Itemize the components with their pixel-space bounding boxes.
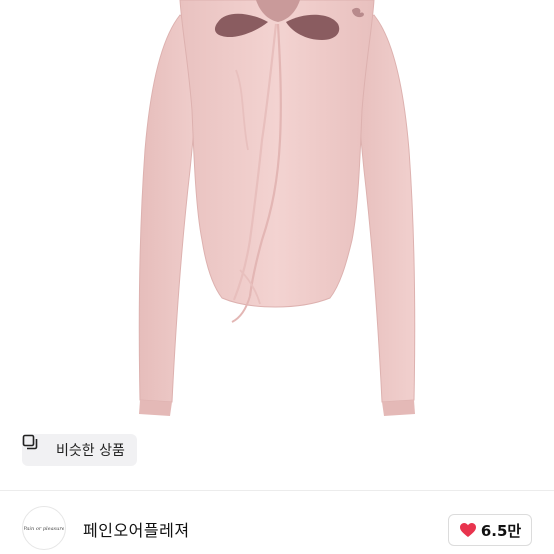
similar-products-button[interactable]: 비슷한 상품 [22,434,137,466]
product-screen: 비슷한 상품 Pain or pleasure 페인오어플레져 6.5만 [0,0,554,554]
shop-avatar[interactable]: Pain or pleasure [22,506,66,550]
similar-products-label: 비슷한 상품 [56,443,125,459]
heart-icon [459,522,477,538]
like-button[interactable]: 6.5만 [448,514,532,546]
shop-logo: Pain or pleasure [24,526,64,532]
product-photo [138,0,416,416]
copy-icon [22,434,50,458]
svg-text:Pain or pleasure: Pain or pleasure [24,526,64,532]
like-count: 6.5만 [480,521,522,540]
product-image[interactable]: 비슷한 상품 [0,0,554,490]
shop-name[interactable]: 페인오어플레져 [83,517,190,541]
